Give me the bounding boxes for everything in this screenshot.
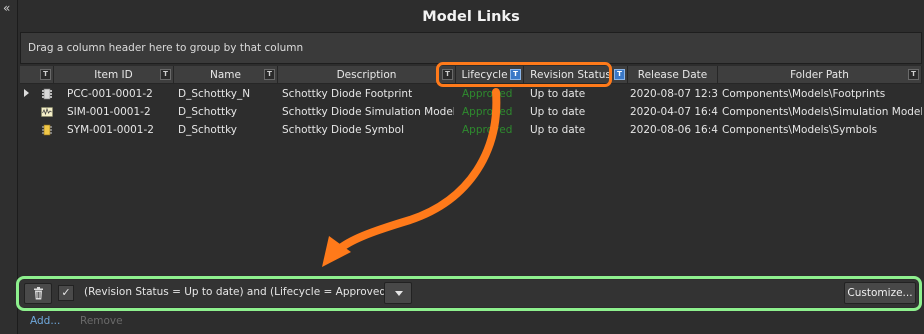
table-row[interactable]: SYM-001-0001-2 D_Schottky Schottky Diode… — [20, 121, 922, 139]
cell-revision-status: Up to date — [530, 88, 586, 100]
column-header-label: Description — [336, 69, 397, 81]
column-header-name[interactable]: Name T — [174, 66, 278, 84]
column-filter-button[interactable]: T — [40, 69, 51, 80]
column-filter-button[interactable]: T — [264, 69, 275, 80]
cell-description: Schottky Diode Symbol — [282, 124, 405, 136]
column-header-label: Folder Path — [790, 69, 849, 81]
add-link[interactable]: Add... — [30, 315, 60, 327]
cell-lifecycle: Approved — [462, 88, 513, 100]
column-filter-button-active[interactable]: T — [614, 69, 625, 80]
cell-name: D_Schottky — [178, 106, 238, 118]
cell-folder-path: Components\Models\Footprints — [722, 88, 886, 100]
cell-revision-status: Up to date — [530, 124, 586, 136]
cell-item-id: SIM-001-0001-2 — [67, 106, 151, 118]
footprint-model-icon — [42, 88, 52, 100]
column-filter-button[interactable]: T — [160, 69, 171, 80]
cell-description: Schottky Diode Footprint — [282, 88, 413, 100]
group-by-drop-area[interactable]: Drag a column header here to group by th… — [20, 32, 922, 64]
cell-release-date: 2020-04-07 16:49 — [630, 106, 718, 118]
panel-title: Model Links — [422, 9, 520, 25]
column-header-label: Name — [210, 69, 241, 81]
cell-name: D_Schottky — [178, 124, 238, 136]
cell-release-date: 2020-08-07 12:32 — [630, 88, 718, 100]
symbol-model-icon — [42, 124, 52, 136]
filter-bar-highlight — [16, 276, 922, 311]
column-header-description[interactable]: Description T — [278, 66, 456, 84]
table-row[interactable]: SIM-001-0001-2 D_Schottky Schottky Diode… — [20, 103, 922, 121]
cell-lifecycle: Approved — [462, 106, 513, 118]
column-header-folder-path[interactable]: Folder Path T — [718, 66, 922, 84]
column-header-release-date[interactable]: Release Date — [628, 66, 718, 84]
column-header-item-id[interactable]: Item ID T — [54, 66, 174, 84]
cell-release-date: 2020-08-06 16:44 — [630, 124, 718, 136]
simulation-model-icon — [41, 107, 53, 117]
cell-lifecycle: Approved — [462, 124, 513, 136]
cell-folder-path: Components\Models\Simulation Models — [722, 106, 922, 118]
cell-name: D_Schottky_N — [178, 88, 251, 100]
cell-description: Schottky Diode Simulation Model — [282, 106, 454, 118]
cell-item-id: SYM-001-0001-2 — [67, 124, 154, 136]
table-row[interactable]: PCC-001-0001-2 D_Schottky_N Schottky Dio… — [20, 85, 922, 103]
cell-revision-status: Up to date — [530, 106, 586, 118]
collapse-panel-icon[interactable]: « — [3, 2, 15, 14]
column-header-row-selector[interactable]: T — [20, 66, 54, 84]
group-by-hint: Drag a column header here to group by th… — [28, 42, 304, 54]
model-links-grid: T Item ID T Name T Description T Lifecyc… — [20, 66, 922, 266]
column-header-label: Release Date — [637, 69, 708, 81]
filtered-columns-highlight — [436, 62, 612, 87]
cell-item-id: PCC-001-0001-2 — [67, 88, 153, 100]
remove-link[interactable]: Remove — [80, 315, 123, 327]
row-selected-indicator-icon — [24, 89, 29, 97]
column-header-label: Item ID — [94, 69, 133, 81]
column-filter-button[interactable]: T — [908, 69, 919, 80]
cell-folder-path: Components\Models\Symbols — [722, 124, 878, 136]
